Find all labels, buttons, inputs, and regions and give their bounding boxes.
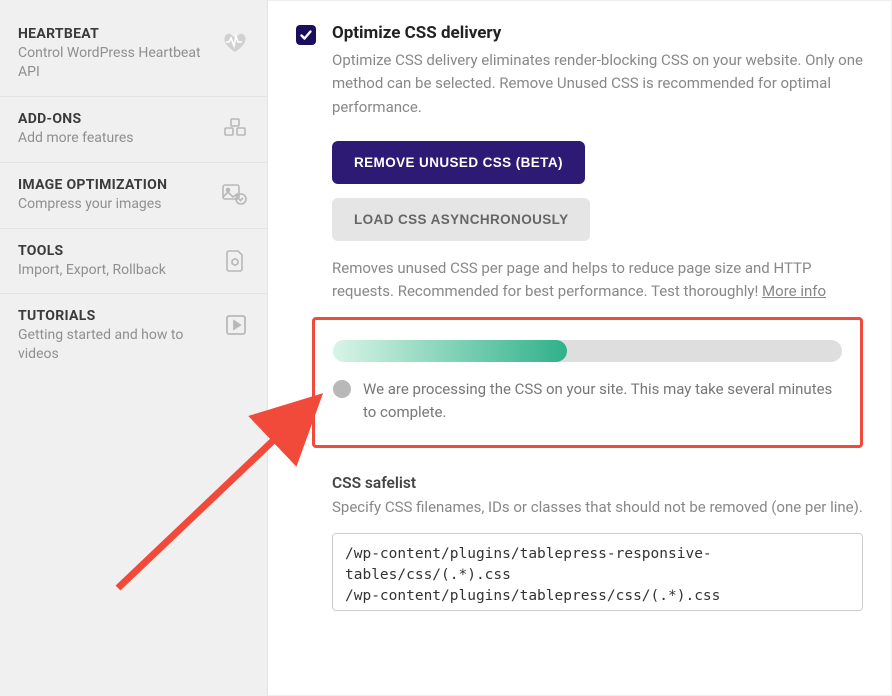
play-icon [225,314,247,340]
sidebar-item-desc: Compress your images [18,195,213,214]
sidebar-item-desc: Getting started and how to videos [18,326,217,364]
sidebar-item-addons[interactable]: ADD-ONS Add more features [0,97,267,163]
sidebar-item-title: IMAGE OPTIMIZATION [18,177,213,193]
safelist-title: CSS safelist [332,474,863,492]
sidebar-item-tutorials[interactable]: TUTORIALS Getting started and how to vid… [0,294,267,378]
sidebar-item-image-optimization[interactable]: IMAGE OPTIMIZATION Compress your images [0,163,267,229]
progress-highlight-box: We are processing the CSS on your site. … [312,317,863,448]
image-optimize-icon [221,183,247,209]
css-safelist-section: CSS safelist Specify CSS filenames, IDs … [332,474,863,615]
more-info-link[interactable]: More info [762,282,826,300]
sidebar-item-tools[interactable]: TOOLS Import, Export, Rollback [0,229,267,295]
main-panel: Optimize CSS delivery Optimize CSS deliv… [268,0,892,696]
sidebar: HEARTBEAT Control WordPress Heartbeat AP… [0,0,268,696]
sidebar-item-desc: Import, Export, Rollback [18,261,217,280]
optimize-css-title: Optimize CSS delivery [332,23,863,43]
css-method-buttons: REMOVE UNUSED CSS (BETA) LOAD CSS ASYNCH… [332,141,863,241]
progress-message-text: We are processing the CSS on your site. … [363,378,842,423]
css-processing-progress [333,340,842,362]
sidebar-item-title: TUTORIALS [18,308,217,324]
load-css-async-button[interactable]: LOAD CSS ASYNCHRONOUSLY [332,198,590,241]
sidebar-item-desc: Control WordPress Heartbeat API [18,44,215,82]
progress-message-row: We are processing the CSS on your site. … [333,378,842,423]
sidebar-item-title: TOOLS [18,243,217,259]
boxes-icon [223,117,247,143]
optimize-css-checkbox[interactable] [296,25,316,45]
optimize-css-desc: Optimize CSS delivery eliminates render-… [332,49,863,119]
heartbeat-icon [223,32,247,58]
progress-fill [333,340,567,362]
safelist-textarea[interactable] [332,533,863,611]
remove-unused-css-button[interactable]: REMOVE UNUSED CSS (BETA) [332,141,585,184]
sidebar-item-desc: Add more features [18,129,215,148]
spinner-icon [333,380,351,398]
gear-file-icon [225,249,247,277]
safelist-desc: Specify CSS filenames, IDs or classes th… [332,496,863,519]
sidebar-item-title: HEARTBEAT [18,26,215,42]
sidebar-item-title: ADD-ONS [18,111,215,127]
remove-css-help-text: Removes unused CSS per page and helps to… [332,257,863,304]
optimize-css-row: Optimize CSS delivery Optimize CSS deliv… [296,1,863,119]
sidebar-item-heartbeat[interactable]: HEARTBEAT Control WordPress Heartbeat AP… [0,12,267,97]
